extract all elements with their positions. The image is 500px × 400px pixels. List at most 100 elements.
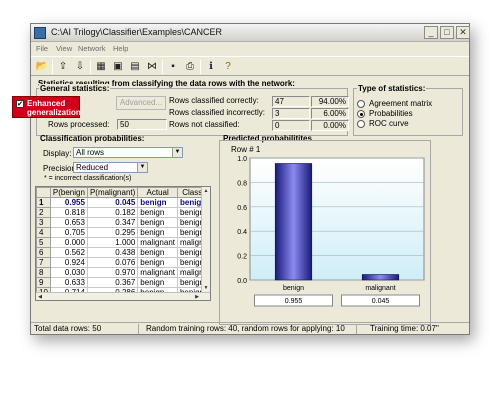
table-row[interactable]: 9 0.633 0.367 benign benign [36,277,210,288]
table-cell[interactable]: 0.955 [49,197,88,208]
table-cell[interactable]: 0.818 [49,207,88,218]
option-agreement-matrix[interactable]: Agreement matrix [369,99,432,108]
option-probabilities[interactable]: Probabilities [369,109,413,118]
scroll-left-icon[interactable]: ◀ [36,293,44,300]
scroll-right-icon[interactable]: ▶ [193,293,201,300]
col-header[interactable]: P(benign [49,187,88,198]
chevron-down-icon[interactable]: ▼ [172,148,182,157]
book-icon[interactable]: ▤ [128,60,142,74]
info-icon[interactable]: ℹ [204,60,218,74]
menu-network[interactable]: Network [78,44,106,53]
menu-help[interactable]: Help [113,44,128,53]
table-cell[interactable]: 0.562 [49,247,88,258]
table-row[interactable]: 3 0.653 0.347 benign benign [36,217,210,228]
correct-count: 47 [272,96,310,107]
maximize-icon[interactable]: □ [440,26,454,39]
table-row[interactable]: 80.0300.970malignantmalignant [36,267,210,278]
table-cell[interactable]: benign [137,227,178,238]
option-roc-curve[interactable]: ROC curve [369,119,409,128]
y-tick-label: 0.8 [237,180,247,187]
row-header[interactable]: 6 [36,247,51,258]
table-cell[interactable]: 0.705 [49,227,88,238]
table-cell[interactable]: 0.295 [86,227,139,238]
scroll-down-icon[interactable]: ▼ [202,284,210,292]
table-cell[interactable]: 0.182 [86,207,139,218]
table-cell[interactable]: malignant [137,237,178,248]
row-header[interactable]: 2 [36,207,51,218]
correct-label: Rows classified correctly: [169,96,259,105]
col-header[interactable]: P(malignant) [86,187,139,198]
open-folder-icon[interactable]: 📂 [35,60,49,74]
close-icon[interactable]: ✕ [456,26,470,39]
vertical-scrollbar[interactable]: ▲ ▼ [201,187,210,300]
general-stats-label: General statistics: [39,84,111,93]
radio-agreement-matrix[interactable] [357,100,365,108]
enhanced-checkbox[interactable]: ✔ [16,100,24,108]
table-row[interactable]: 7 0.924 0.076 benign benign [36,257,210,268]
row-header[interactable]: 9 [36,277,51,288]
table-cell[interactable]: benign [137,207,178,218]
table-cell[interactable]: 0.367 [86,277,139,288]
row-header[interactable]: 3 [36,217,51,228]
y-tick-label: 0.2 [237,254,247,261]
scroll-up-icon[interactable]: ▲ [202,187,210,195]
display-select[interactable]: All rows ▼ [73,147,183,158]
table-cell[interactable]: 0.030 [49,267,88,278]
chevron-down-icon[interactable]: ▼ [137,163,147,172]
export-icon[interactable]: ⇪ [56,60,70,74]
row-header[interactable]: 7 [36,257,51,268]
row-header[interactable]: 8 [36,267,51,278]
menu-view[interactable]: View [56,44,72,53]
table-row[interactable]: 1 0.955 0.045 benign benign [36,197,210,208]
table-cell[interactable]: 1.000 [86,237,139,248]
menu-file[interactable]: File [36,44,48,53]
radio-roc-curve[interactable] [357,120,365,128]
enhanced-label: Enhanced generalization [27,99,81,117]
table-cell[interactable]: benign [137,277,178,288]
table-cell[interactable]: malignant [137,267,178,278]
table-row[interactable]: 4 0.705 0.295 benign benign [36,227,210,238]
probabilities-table[interactable]: P(benign P(malignant) Actual Classifie 1… [35,186,211,301]
save-icon[interactable]: ▪ [166,60,180,74]
bar-benign [274,163,313,281]
table-cell[interactable]: 0.000 [49,237,88,248]
advanced-button[interactable]: Advanced... [116,96,166,110]
table-cell[interactable]: benign [137,217,178,228]
table-cell[interactable]: 0.347 [86,217,139,228]
bar-malignant [361,274,400,281]
data-label: 0.955 [285,298,303,305]
table-cell[interactable]: benign [137,247,178,258]
title-bar[interactable]: C:\AI Trilogy\Classifier\Examples\CANCER… [31,24,470,42]
horizontal-scrollbar[interactable]: ◀ ▶ [36,292,210,300]
radio-probabilities[interactable] [357,110,365,118]
network-icon[interactable]: ⋈ [145,60,159,74]
import-icon[interactable]: ⇩ [73,60,87,74]
not-classified-label: Rows not classified: [169,120,240,129]
not-classified-pct: 0.00% [311,120,349,131]
precision-select[interactable]: Reduced ▼ [73,162,148,173]
grid-icon[interactable]: ▦ [94,60,108,74]
table-cell[interactable]: 0.653 [49,217,88,228]
row-header[interactable]: 4 [36,227,51,238]
enhanced-generalization-toggle[interactable]: ✔ Enhanced generalization [12,96,81,118]
incorrect-count: 3 [272,108,310,119]
table-row[interactable]: 2 0.818 0.182 benign benign [36,207,210,218]
image-icon[interactable]: ▣ [111,60,125,74]
help-icon[interactable]: ? [221,60,235,74]
row-header[interactable]: 5 [36,237,51,248]
table-row[interactable]: 6 0.562 0.438 benign benign [36,247,210,258]
table-cell[interactable]: benign [137,197,178,208]
table-cell[interactable]: 0.045 [86,197,139,208]
table-cell[interactable]: 0.633 [49,277,88,288]
print-icon[interactable]: ⎙ [183,60,197,74]
minimize-icon[interactable]: _ [424,26,438,39]
table-cell[interactable]: 0.924 [49,257,88,268]
table-cell[interactable]: 0.076 [86,257,139,268]
table-row[interactable]: 50.0001.000malignantmalignant [36,237,210,248]
row-header[interactable]: 1 [36,197,51,208]
table-cell[interactable]: 0.438 [86,247,139,258]
table-cell[interactable]: benign [137,257,178,268]
status-time: Training time: 0.07" [370,324,439,333]
col-header[interactable]: Actual [137,187,178,198]
table-cell[interactable]: 0.970 [86,267,139,278]
